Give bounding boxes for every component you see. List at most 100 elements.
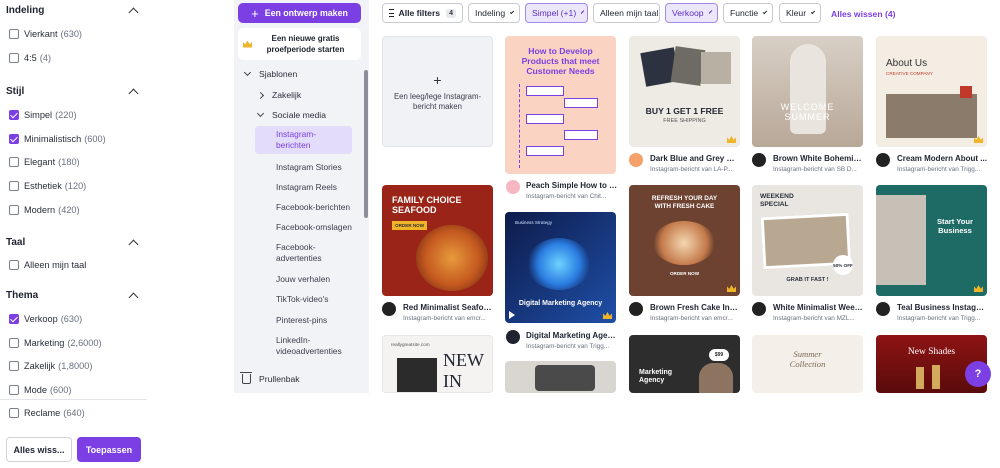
clear-all-filters-link[interactable]: Alles wissen (4) <box>831 9 895 19</box>
filter-chip-functie[interactable]: Functie <box>723 3 773 23</box>
filter-option-4-5[interactable]: 4:5 (4) <box>9 53 51 63</box>
template-thumbnail[interactable]: REFRESH YOUR DAY WITH FRESH CAKE ORDER N… <box>629 185 740 296</box>
trash-icon <box>240 372 252 384</box>
tree-item-sjablonen[interactable]: Sjablonen <box>243 68 297 79</box>
template-thumbnail[interactable]: BUY 1 GET 1 FREE FREE SHIPPING <box>629 36 740 147</box>
template-thumbnail[interactable]: reallygreatsite.com NEW IN <box>382 335 493 393</box>
checkbox[interactable] <box>9 260 19 270</box>
sidebar-item-jouw-verhalen[interactable]: Jouw verhalen <box>276 274 364 285</box>
filter-option-verkoop[interactable]: Verkoop (630) <box>9 314 82 324</box>
template-thumbnail[interactable]: WEEKEND SPECIAL 50% OFF GRAB IT FAST ! <box>752 185 863 296</box>
sidebar-scrollbar[interactable] <box>364 70 368 218</box>
tree-item-sociale-media[interactable]: Sociale media <box>256 109 326 120</box>
help-button[interactable]: ? <box>965 361 991 387</box>
template-title[interactable]: Brown White Bohemia... <box>773 154 863 163</box>
template-title[interactable]: Teal Business Instagra... <box>897 303 987 312</box>
template-thumbnail[interactable]: WELCOME SUMMER <box>752 36 863 147</box>
checkbox-checked[interactable] <box>9 134 19 144</box>
plus-icon: + <box>433 71 442 88</box>
filter-option-simpel[interactable]: Simpel (220) <box>9 110 77 120</box>
plus-icon: + <box>251 5 259 21</box>
checkbox[interactable] <box>9 408 19 418</box>
filter-section-thema-header[interactable]: Thema <box>6 290 139 302</box>
sidebar-item-facebook-omslagen[interactable]: Facebook-omslagen <box>276 222 364 233</box>
checkbox[interactable] <box>9 361 19 371</box>
create-design-button[interactable]: + Een ontwerp maken <box>238 3 361 23</box>
sidebar-item-pinterest-pins[interactable]: Pinterest-pins <box>276 315 364 326</box>
template-thumbnail[interactable]: Summer Collection <box>752 335 863 393</box>
filter-option-zakelijk[interactable]: Zakelijk (1,8000) <box>9 361 92 371</box>
checkbox[interactable] <box>9 205 19 215</box>
filter-option-mode[interactable]: Mode (600) <box>9 385 71 395</box>
filter-section-indeling-header[interactable]: Indeling <box>6 5 139 17</box>
filter-option-count: (180) <box>58 157 80 167</box>
template-thumbnail[interactable]: Start Your Business <box>876 185 987 296</box>
checkbox-checked[interactable] <box>9 110 19 120</box>
template-title[interactable]: Cream Modern About ... <box>897 154 987 163</box>
sidebar-item-facebook-berichten[interactable]: Facebook-berichten <box>276 202 364 213</box>
filter-chip-alleen-mijn-taal[interactable]: Alleen mijn taal <box>593 3 660 23</box>
template-subheading: CREATIVE COMPANY <box>886 71 933 76</box>
food-photo <box>416 225 488 291</box>
sidebar-item-trash[interactable]: Prullenbak <box>240 372 300 384</box>
sidebar-item-instagram-reels[interactable]: Instagram Reels <box>276 182 364 193</box>
filter-section-title: Stijl <box>6 86 25 97</box>
clear-filters-button[interactable]: Alles wiss... <box>6 437 72 462</box>
checkbox[interactable] <box>9 181 19 191</box>
template-subheading: GRAB IT FAST ! <box>786 277 829 283</box>
template-title[interactable]: Dark Blue and Grey Mi... <box>650 154 740 163</box>
apply-filters-button[interactable]: Toepassen <box>77 437 141 462</box>
template-title[interactable]: Digital Marketing Agen... <box>526 331 618 340</box>
template-thumbnail[interactable]: FAMILY CHOICE SEAFOOD ORDER NOW <box>382 185 493 296</box>
filter-option-vierkant[interactable]: Vierkant (630) <box>9 29 82 39</box>
chevron-up-icon[interactable] <box>128 7 139 17</box>
filter-chip-indeling[interactable]: Indeling <box>468 3 520 23</box>
template-heading: Start Your Business <box>936 217 973 235</box>
template-title[interactable]: Peach Simple How to D... <box>526 181 618 190</box>
filter-option-minimalistisch[interactable]: Minimalistisch (600) <box>9 134 106 144</box>
filter-section-taal-header[interactable]: Taal <box>6 237 139 249</box>
free-trial-promo[interactable]: Een nieuwe gratis proefperiode starten <box>238 28 361 60</box>
template-title[interactable]: White Minimalist Week... <box>773 303 863 312</box>
filter-section-stijl-header[interactable]: Stijl <box>6 86 139 98</box>
filter-option-marketing[interactable]: Marketing (2,6000) <box>9 338 102 348</box>
chevron-down-icon <box>763 9 768 14</box>
chevron-up-icon[interactable] <box>128 292 139 302</box>
play-icon[interactable] <box>509 311 515 319</box>
filter-option-reclame[interactable]: Reclame (640) <box>9 408 85 418</box>
template-thumbnail[interactable]: $99 Marketing Agency <box>629 335 740 393</box>
template-heading: WELCOME SUMMER <box>780 102 835 122</box>
template-thumbnail[interactable]: How to Develop Products that meet Custom… <box>505 36 616 174</box>
template-thumbnail[interactable] <box>505 361 616 393</box>
sidebar-item-instagram-stories[interactable]: Instagram Stories <box>276 162 364 173</box>
chevron-up-icon[interactable] <box>128 88 139 98</box>
checkbox[interactable] <box>9 385 19 395</box>
sidebar-item-tiktok-videos[interactable]: TikTok-video's <box>276 294 364 305</box>
filter-option-esthetiek[interactable]: Esthetiek (120) <box>9 181 86 191</box>
chevron-up-icon[interactable] <box>128 239 139 249</box>
all-filters-button[interactable]: Alle filters 4 <box>382 3 463 23</box>
sidebar-item-facebook-advertenties[interactable]: Facebook-advertenties <box>276 242 340 264</box>
template-thumbnail[interactable]: About Us CREATIVE COMPANY <box>876 36 987 147</box>
filter-chip-kleur[interactable]: Kleur <box>779 3 821 23</box>
checkbox-checked[interactable] <box>9 314 19 324</box>
checkbox[interactable] <box>9 29 19 39</box>
filter-option-alleen-mijn-taal[interactable]: Alleen mijn taal <box>9 260 86 270</box>
template-title[interactable]: Brown Fresh Cake Inst... <box>650 303 740 312</box>
filter-chip-simpel[interactable]: Simpel (+1) <box>525 3 588 23</box>
tree-item-zakelijk[interactable]: Zakelijk <box>256 90 301 100</box>
filters-icon <box>389 9 394 17</box>
sidebar-item-linkedin-videoadvertenties[interactable]: LinkedIn-videoadvertenties <box>276 335 351 357</box>
checkbox[interactable] <box>9 157 19 167</box>
filter-option-modern[interactable]: Modern (420) <box>9 205 80 215</box>
template-title[interactable]: Red Minimalist Seafoo... <box>403 303 493 312</box>
checkbox[interactable] <box>9 53 19 63</box>
template-subheading: ORDER NOW <box>669 271 700 276</box>
template-meta: Instagram-bericht van MZL... <box>773 315 855 322</box>
filter-option-elegant[interactable]: Elegant (180) <box>9 157 80 167</box>
checkbox[interactable] <box>9 338 19 348</box>
filter-chip-verkoop[interactable]: Verkoop <box>665 3 718 23</box>
template-thumbnail[interactable]: Business Strategy Digital Marketing Agen… <box>505 212 616 323</box>
create-blank-post-card[interactable]: + Een leeg/lege Instagram-bericht maken <box>382 36 493 147</box>
sidebar-item-instagram-berichten[interactable]: Instagram-berichten <box>255 126 352 154</box>
